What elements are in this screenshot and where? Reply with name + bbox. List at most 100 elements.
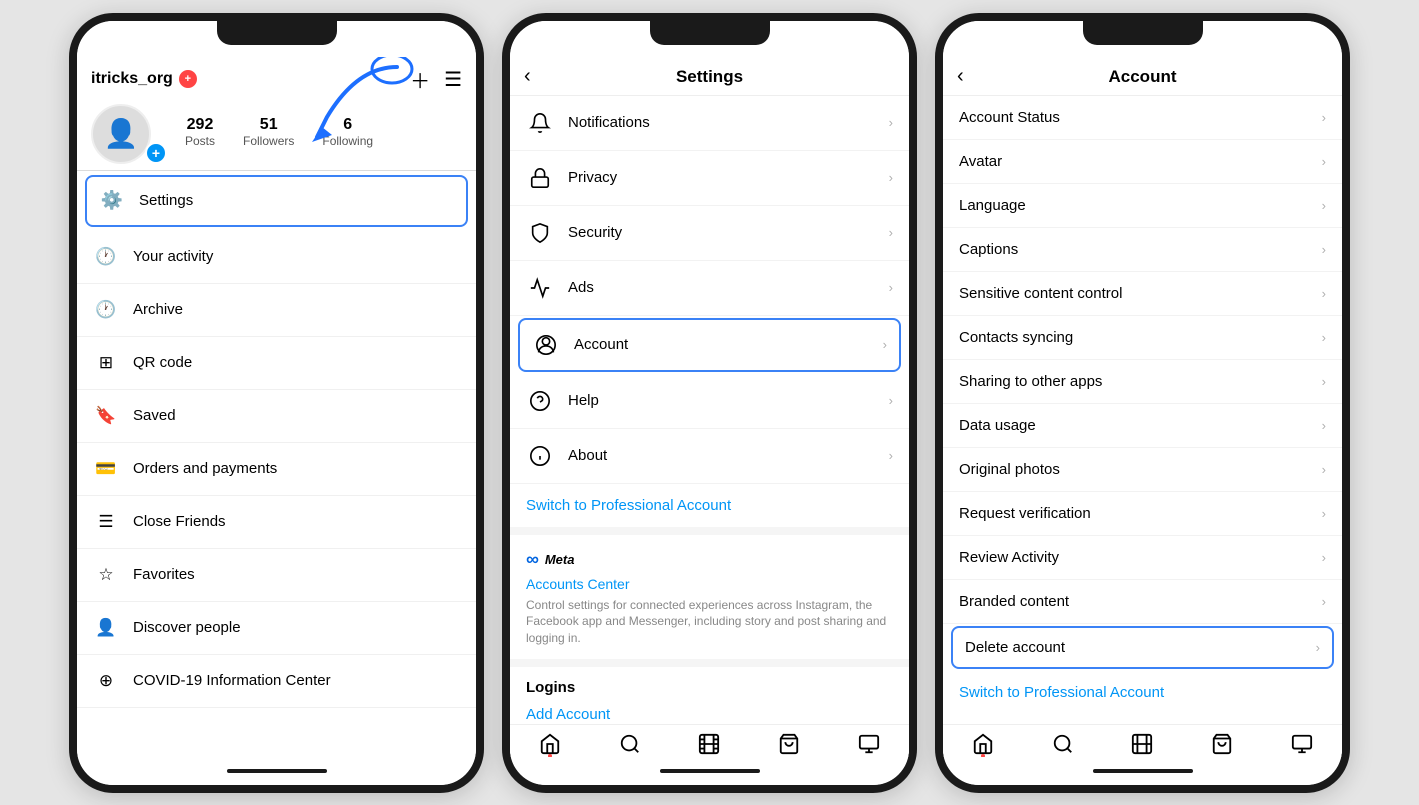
menu-item-settings[interactable]: ⚙️ Settings (85, 175, 468, 227)
switch-pro-label: Switch to Professional Account (959, 684, 1326, 701)
following-stat: 6 Following (322, 116, 373, 148)
account-item-contacts[interactable]: Contacts syncing › (943, 316, 1342, 360)
help-icon (526, 387, 554, 415)
menu-item-archive[interactable]: 🕐 Archive (77, 284, 476, 337)
nav-profile-2[interactable] (858, 733, 880, 755)
settings-item-notifications[interactable]: Notifications › (510, 96, 909, 151)
settings-screen-header: ‹ Settings (510, 57, 909, 96)
settings-item-switch-professional[interactable]: Switch to Professional Account (510, 484, 909, 527)
nav-search-2[interactable] (619, 733, 641, 755)
logins-title: Logins (526, 679, 893, 696)
meta-logo-row: ∞ Meta (526, 549, 893, 570)
data-usage-label: Data usage (959, 417, 1322, 434)
ads-label: Ads (568, 279, 889, 296)
language-chevron: › (1322, 198, 1326, 213)
bottom-nav-2 (510, 724, 909, 757)
security-label: Security (568, 224, 889, 241)
add-photo-button[interactable]: + (145, 142, 167, 164)
account-item-language[interactable]: Language › (943, 184, 1342, 228)
following-count: 6 (343, 116, 352, 134)
menu-item-close-friends[interactable]: ☰ Close Friends (77, 496, 476, 549)
menu-item-activity[interactable]: 🕐 Your activity (77, 231, 476, 284)
username: itricks_org (91, 70, 173, 88)
account-item-status[interactable]: Account Status › (943, 96, 1342, 140)
settings-item-help[interactable]: Help › (510, 374, 909, 429)
posts-label: Posts (185, 134, 215, 148)
nav-profile-3[interactable] (1291, 733, 1313, 755)
menu-item-saved[interactable]: 🔖 Saved (77, 390, 476, 443)
notch-2 (650, 21, 770, 45)
settings-list: Notifications › Privacy › (510, 96, 909, 724)
section-divider-logins (510, 659, 909, 667)
account-item-captions[interactable]: Captions › (943, 228, 1342, 272)
hamburger-icon[interactable]: ☰ (444, 67, 462, 92)
language-label: Language (959, 197, 1322, 214)
back-button[interactable]: ‹ (524, 65, 531, 88)
account-item-photos[interactable]: Original photos › (943, 448, 1342, 492)
account-item-data[interactable]: Data usage › (943, 404, 1342, 448)
settings-item-privacy[interactable]: Privacy › (510, 151, 909, 206)
account-item-delete[interactable]: Delete account › (951, 626, 1334, 669)
privacy-icon (526, 164, 554, 192)
covid-label: COVID-19 Information Center (133, 672, 460, 689)
nav-reels-3[interactable] (1131, 733, 1153, 755)
followers-label: Followers (243, 134, 294, 148)
phone-2-bottom (510, 757, 909, 785)
contacts-label: Contacts syncing (959, 329, 1322, 346)
captions-label: Captions (959, 241, 1322, 258)
menu-item-covid[interactable]: ⊕ COVID-19 Information Center (77, 655, 476, 708)
activity-label: Your activity (133, 248, 460, 265)
nav-home-2[interactable] (539, 733, 561, 755)
nav-reels-2[interactable] (698, 733, 720, 755)
settings-item-about[interactable]: About › (510, 429, 909, 484)
menu-item-orders[interactable]: 💳 Orders and payments (77, 443, 476, 496)
home-bar-1 (227, 769, 327, 773)
menu-item-qr[interactable]: ⊞ QR code (77, 337, 476, 390)
verification-chevron: › (1322, 506, 1326, 521)
add-post-icon[interactable]: ＋ (410, 65, 430, 94)
settings-icon: ⚙️ (99, 188, 125, 214)
accounts-center-link[interactable]: Accounts Center (526, 576, 893, 592)
data-usage-chevron: › (1322, 418, 1326, 433)
account-item-add-pro[interactable]: Add new professional account (943, 714, 1342, 724)
profile-top-bar: itricks_org + ＋ ☰ (91, 65, 462, 94)
close-friends-icon: ☰ (93, 509, 119, 535)
security-chevron: › (889, 225, 893, 240)
settings-item-account[interactable]: Account › (518, 318, 901, 372)
account-item-sensitive[interactable]: Sensitive content control › (943, 272, 1342, 316)
nav-search-3[interactable] (1052, 733, 1074, 755)
home-dot-2 (548, 754, 552, 757)
account-back-button[interactable]: ‹ (957, 65, 964, 88)
ads-icon (526, 274, 554, 302)
favorites-icon: ☆ (93, 562, 119, 588)
sharing-chevron: › (1322, 374, 1326, 389)
account-item-sharing[interactable]: Sharing to other apps › (943, 360, 1342, 404)
nav-home-3[interactable] (972, 733, 994, 755)
settings-item-security[interactable]: Security › (510, 206, 909, 261)
account-item-switch-pro[interactable]: Switch to Professional Account (943, 671, 1342, 714)
menu-item-discover[interactable]: 👤 Discover people (77, 602, 476, 655)
account-item-branded[interactable]: Branded content › (943, 580, 1342, 624)
nav-shop-2[interactable] (778, 733, 800, 755)
about-label: About (568, 447, 889, 464)
following-label: Following (322, 134, 373, 148)
branded-content-label: Branded content (959, 593, 1322, 610)
orders-label: Orders and payments (133, 460, 460, 477)
phone-2: ‹ Settings Notifications › (502, 13, 917, 793)
review-activity-label: Review Activity (959, 549, 1322, 566)
account-settings-icon (532, 331, 560, 359)
phone-1-screen: itricks_org + ＋ ☰ 👤 + 292 (77, 57, 476, 757)
discover-label: Discover people (133, 619, 460, 636)
account-item-review[interactable]: Review Activity › (943, 536, 1342, 580)
add-account-link[interactable]: Add Account (526, 706, 893, 723)
contacts-chevron: › (1322, 330, 1326, 345)
account-item-avatar[interactable]: Avatar › (943, 140, 1342, 184)
favorites-label: Favorites (133, 566, 460, 583)
settings-item-ads[interactable]: Ads › (510, 261, 909, 316)
nav-shop-3[interactable] (1211, 733, 1233, 755)
account-item-verification[interactable]: Request verification › (943, 492, 1342, 536)
notifications-icon (526, 109, 554, 137)
account-chevron: › (883, 337, 887, 352)
menu-item-favorites[interactable]: ☆ Favorites (77, 549, 476, 602)
posts-stat: 292 Posts (185, 116, 215, 148)
